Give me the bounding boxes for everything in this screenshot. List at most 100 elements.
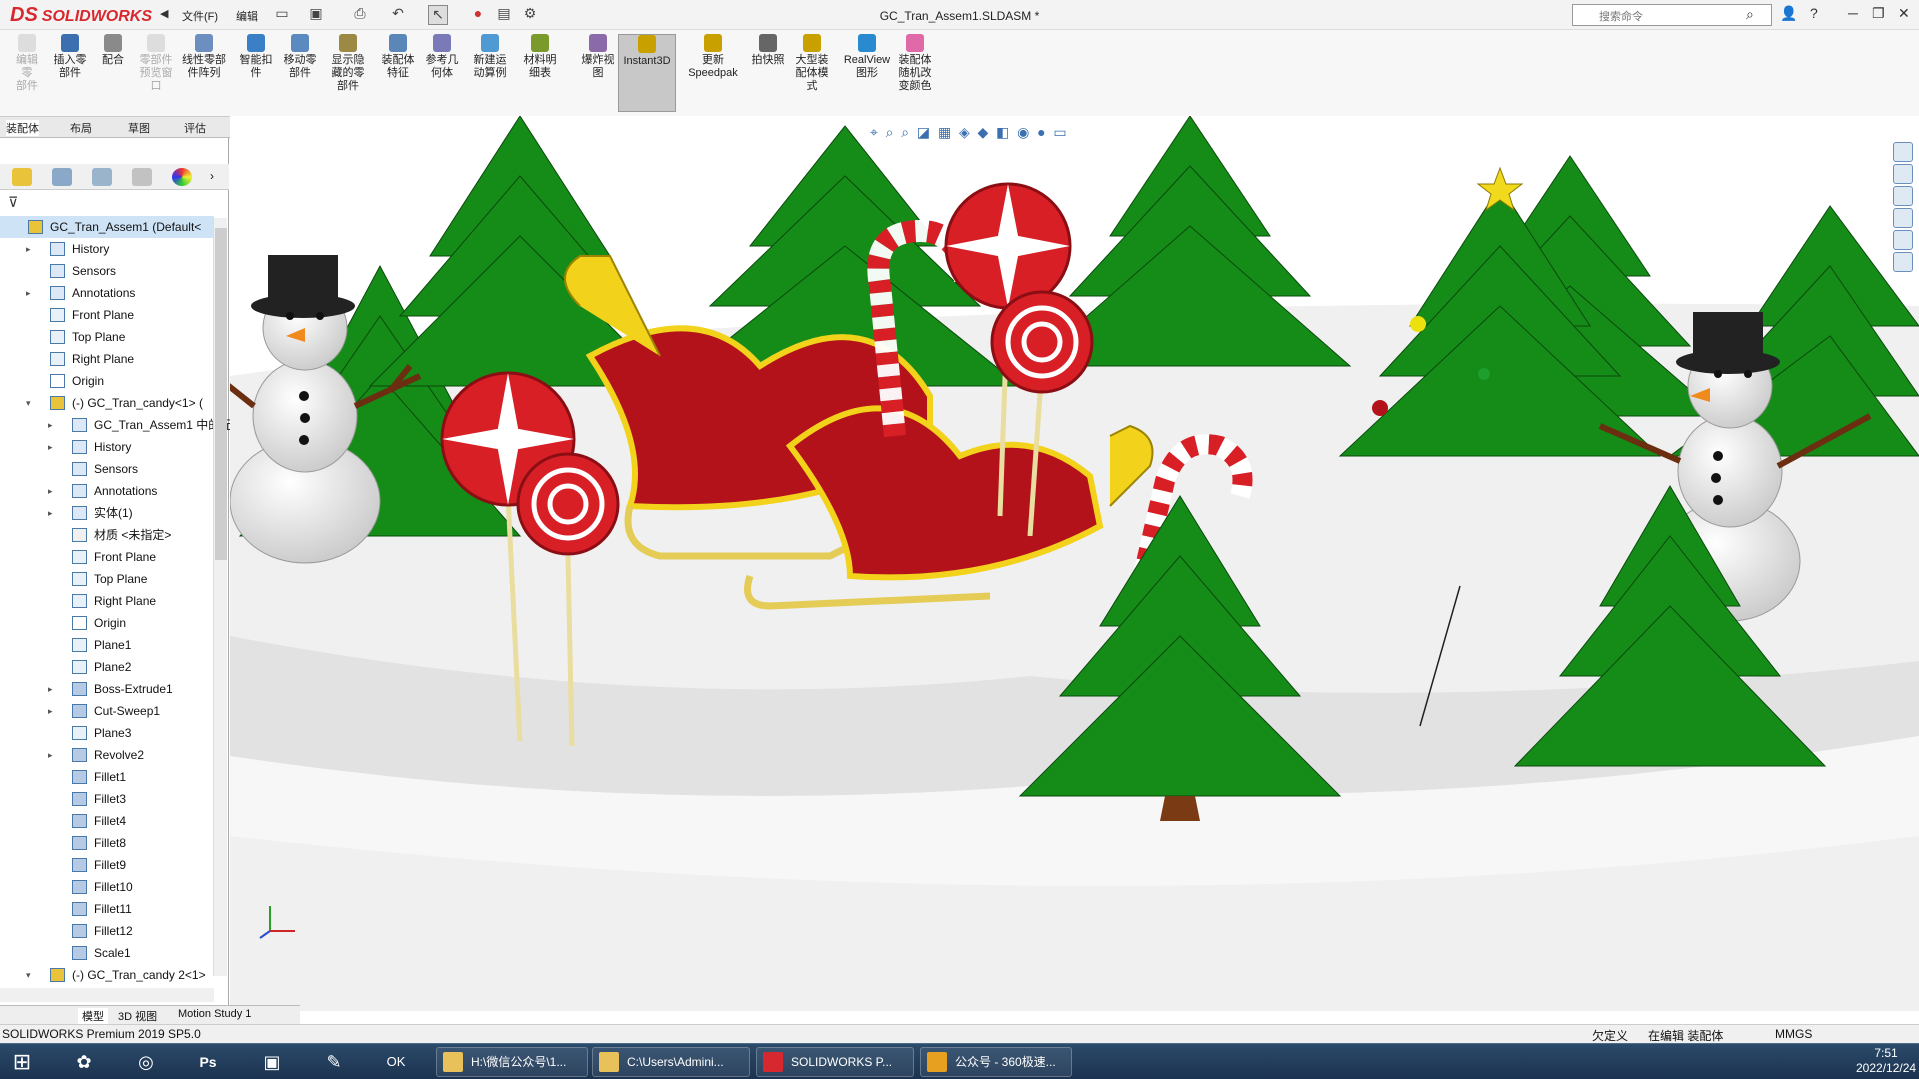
solidworks-logo[interactable]: DS SOLIDWORKS (10, 4, 152, 27)
photoshop-icon[interactable]: Ps (190, 1047, 226, 1077)
command-15-button[interactable]: 拍快照 (748, 34, 788, 67)
zoom-area-icon[interactable]: ⌕ (886, 124, 894, 140)
tab-1[interactable]: 布局 (70, 120, 92, 136)
filter-icon[interactable]: ⊽ (8, 194, 18, 211)
expand-toggle-icon[interactable]: ▸ (48, 502, 53, 524)
edit-appearance-icon[interactable]: ◉ (1017, 124, 1029, 140)
minimize-button[interactable]: ─ (1848, 5, 1858, 21)
tree-item[interactable]: Origin (0, 370, 214, 392)
tree-scroll-thumb[interactable] (215, 228, 227, 560)
menu-file[interactable]: 文件(F) (182, 8, 218, 24)
command-9-button[interactable]: 参考几 何体 (422, 34, 462, 80)
tree-item[interactable]: Fillet12 (0, 920, 214, 942)
bottom-tab-0[interactable]: 模型 (78, 1008, 108, 1024)
tree-item[interactable]: Sensors (0, 260, 214, 282)
command-8-button[interactable]: 装配体 特征 (378, 34, 418, 80)
tree-item[interactable]: Scale1 (0, 942, 214, 964)
tree-scrollbar[interactable] (213, 218, 227, 976)
view-settings-icon[interactable]: ▭ (1053, 124, 1066, 140)
rebuild-icon[interactable]: ● (468, 5, 488, 25)
tree-item[interactable]: ▸ Annotations (0, 282, 214, 304)
tab-0[interactable]: 装配体 (6, 120, 39, 136)
tree-item[interactable]: ▾ (-) GC_Tran_candy 2<1> (0, 964, 214, 986)
expand-toggle-icon[interactable]: ▸ (48, 436, 53, 458)
zoom-to-fit-icon[interactable]: ⌖ (870, 124, 878, 140)
dimxpert-tab-icon[interactable] (132, 168, 152, 186)
command-3-button[interactable]: 零部件 预览窗 口 (138, 34, 174, 93)
tree-item[interactable]: ▸ History (0, 436, 214, 458)
tree-item[interactable]: Front Plane (0, 546, 214, 568)
configuration-tab-icon[interactable] (92, 168, 112, 186)
graphics-area[interactable]: ⌖ ⌕ ⌕ ◪ ▦ ◈ ◆ ◧ ◉ ● ▭ (230, 116, 1919, 1011)
tree-item[interactable]: ▾ (-) GC_Tran_candy<1> ( (0, 392, 214, 414)
menu-expand-icon[interactable]: ◀ (160, 7, 168, 20)
home-icon[interactable] (1893, 142, 1913, 162)
tree-item[interactable]: Fillet11 (0, 898, 214, 920)
tree-item[interactable]: ▸ Revolve2 (0, 744, 214, 766)
previous-view-icon[interactable]: ⌕ (901, 124, 909, 140)
command-17-button[interactable]: RealView 图形 (842, 34, 892, 80)
command-7-button[interactable]: 显示隐 藏的零 部件 (328, 34, 368, 93)
tree-item[interactable]: Plane1 (0, 634, 214, 656)
tree-item[interactable]: GC_Tran_Assem1 (Default< (0, 216, 214, 238)
tree-item[interactable]: ▸ History (0, 238, 214, 260)
file-properties-icon[interactable]: ▤ (494, 5, 514, 25)
design-library-icon[interactable] (1893, 164, 1913, 184)
command-12-button[interactable]: 爆炸视 图 (578, 34, 618, 80)
system-clock[interactable]: 7:51 2022/12/24 (1856, 1046, 1916, 1076)
save-icon[interactable]: ▣ (306, 5, 326, 25)
hide-show-items-icon[interactable]: ◧ (996, 124, 1009, 140)
browser-icon[interactable]: ◎ (128, 1047, 164, 1077)
tree-item[interactable]: ▸ 实体(1) (0, 502, 214, 524)
file-explorer-icon[interactable] (1893, 186, 1913, 206)
command-14-button[interactable]: 更新 Speedpak (685, 34, 741, 80)
taskbar-window-3[interactable]: 公众号 - 360极速... (920, 1047, 1072, 1077)
property-manager-tab-icon[interactable] (52, 168, 72, 186)
command-0-button[interactable]: 编辑零 部件 (12, 34, 42, 93)
tree-item[interactable]: Right Plane (0, 590, 214, 612)
tree-item[interactable]: Top Plane (0, 326, 214, 348)
taskbar-window-1[interactable]: C:\Users\Admini... (592, 1047, 750, 1077)
user-icon[interactable]: 👤 (1780, 5, 1797, 22)
tree-item[interactable]: Fillet9 (0, 854, 214, 876)
tree-item[interactable]: Origin (0, 612, 214, 634)
display-manager-tab-icon[interactable] (172, 168, 192, 186)
command-6-button[interactable]: 移动零 部件 (280, 34, 320, 80)
apply-scene-icon[interactable]: ● (1037, 124, 1045, 140)
options-gear-icon[interactable]: ⚙ (520, 5, 540, 25)
close-button[interactable]: ✕ (1898, 5, 1910, 22)
expand-toggle-icon[interactable]: ▸ (48, 744, 53, 766)
appearances-icon[interactable] (1893, 230, 1913, 250)
bottom-tab-2[interactable]: Motion Study 1 (178, 1008, 251, 1020)
tab-3[interactable]: 评估 (184, 120, 206, 136)
expand-toggle-icon[interactable]: ▸ (26, 238, 31, 260)
start-button[interactable]: ⊞ (4, 1047, 40, 1077)
tree-item[interactable]: ▸ Boss-Extrude1 (0, 678, 214, 700)
command-10-button[interactable]: 新建运 动算例 (470, 34, 510, 80)
expand-toggle-icon[interactable]: ▸ (48, 700, 53, 722)
view-orientation-icon[interactable]: ◈ (959, 124, 970, 140)
display-style-icon[interactable]: ◆ (978, 124, 989, 140)
command-2-button[interactable]: 配合 (98, 34, 128, 67)
taskbar-window-2[interactable]: SOLIDWORKS P... (756, 1047, 914, 1077)
taskbar-window-0[interactable]: H:\微信公众号\1... (436, 1047, 588, 1077)
feature-tree-tab-icon[interactable] (12, 168, 32, 186)
expand-toggle-icon[interactable]: ▸ (26, 282, 31, 304)
tree-item[interactable]: Fillet4 (0, 810, 214, 832)
tree-horizontal-scrollbar[interactable] (0, 988, 214, 1002)
tree-item[interactable]: Fillet8 (0, 832, 214, 854)
tab-2[interactable]: 草图 (128, 120, 150, 136)
command-5-button[interactable]: 智能扣 件 (238, 34, 274, 80)
tree-item[interactable]: Right Plane (0, 348, 214, 370)
custom-properties-icon[interactable] (1893, 252, 1913, 272)
undo-icon[interactable]: ↶ (388, 5, 408, 25)
app-pinned-4-icon[interactable]: ▣ (254, 1047, 290, 1077)
command-1-button[interactable]: 插入零 部件 (52, 34, 88, 80)
tree-item[interactable]: Front Plane (0, 304, 214, 326)
view-palette-icon[interactable] (1893, 208, 1913, 228)
command-16-button[interactable]: 大型装 配体模 式 (792, 34, 832, 93)
tree-item[interactable]: Top Plane (0, 568, 214, 590)
help-icon[interactable]: ? (1810, 5, 1818, 21)
bottom-tab-1[interactable]: 3D 视图 (118, 1008, 157, 1024)
tree-item[interactable]: Fillet1 (0, 766, 214, 788)
